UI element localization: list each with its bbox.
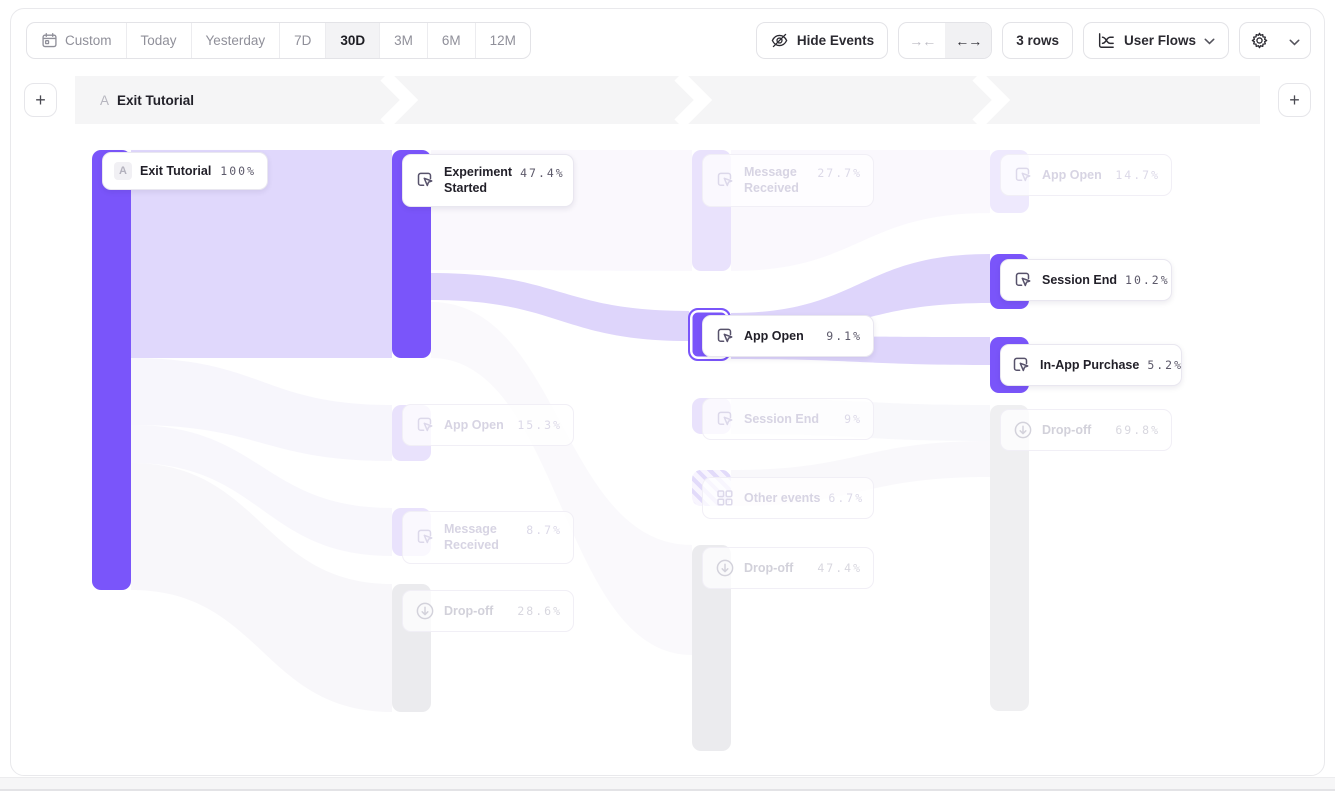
event-icon xyxy=(1010,354,1032,376)
node-percent: 28.6% xyxy=(517,604,562,618)
node-percent: 5.2% xyxy=(1147,358,1183,372)
node-percent: 9% xyxy=(844,412,862,426)
node-percent: 100% xyxy=(220,164,256,178)
node-card-exit-tutorial[interactable]: A Exit Tutorial 100% xyxy=(102,152,268,190)
node-card-app-open-c3[interactable]: App Open 9.1% xyxy=(702,315,874,357)
node-card-in-app-purchase-c4[interactable]: In-App Purchase 5.2% xyxy=(1000,344,1182,386)
node-card-experiment-started[interactable]: Experiment Started 47.4% xyxy=(402,154,574,207)
node-label: Message Received xyxy=(744,164,809,197)
node-label: App Open xyxy=(444,417,504,433)
node-label: In-App Purchase xyxy=(1040,357,1139,373)
event-icon xyxy=(1012,164,1034,186)
node-label: Session End xyxy=(1042,272,1117,288)
node-percent: 15.3% xyxy=(517,418,562,432)
node-percent: 9.1% xyxy=(826,329,862,343)
node-label: App Open xyxy=(744,328,804,344)
event-icon xyxy=(414,526,436,548)
node-card-other-events-c3[interactable]: Other events 6.7% xyxy=(702,477,874,519)
node-bar-exit-tutorial[interactable] xyxy=(92,150,131,590)
flow-links xyxy=(0,0,1335,793)
node-card-message-received-c3[interactable]: Message Received 27.7% xyxy=(702,154,874,207)
drop-off-icon xyxy=(714,557,736,579)
node-label: Experiment Started xyxy=(444,164,512,197)
node-card-drop-off-c4[interactable]: Drop-off 69.8% xyxy=(1000,409,1172,451)
node-label: Other events xyxy=(744,490,820,506)
sankey-diagram: A Exit Tutorial 100% Experiment Started … xyxy=(0,0,1335,793)
event-icon xyxy=(414,169,436,191)
node-label: Session End xyxy=(744,411,819,427)
node-card-app-open-c2[interactable]: App Open 15.3% xyxy=(402,404,574,446)
drop-off-icon xyxy=(1012,419,1034,441)
node-percent: 47.4% xyxy=(520,164,565,180)
grid-icon xyxy=(714,487,736,509)
event-icon xyxy=(414,414,436,436)
node-label: App Open xyxy=(1042,167,1102,183)
node-percent: 8.7% xyxy=(526,521,562,537)
node-percent: 47.4% xyxy=(817,561,862,575)
drop-off-icon xyxy=(414,600,436,622)
node-card-session-end-c4[interactable]: Session End 10.2% xyxy=(1000,259,1172,301)
node-card-app-open-c4[interactable]: App Open 14.7% xyxy=(1000,154,1172,196)
event-icon xyxy=(714,325,736,347)
node-label: Message Received xyxy=(444,521,518,554)
node-label: Drop-off xyxy=(744,560,793,576)
node-label: Exit Tutorial xyxy=(140,163,211,179)
node-percent: 14.7% xyxy=(1115,168,1160,182)
node-percent: 27.7% xyxy=(817,164,862,180)
node-percent: 6.7% xyxy=(828,491,864,505)
node-label: Drop-off xyxy=(444,603,493,619)
event-icon xyxy=(1012,269,1034,291)
node-label: Drop-off xyxy=(1042,422,1091,438)
node-card-session-end-c3[interactable]: Session End 9% xyxy=(702,398,874,440)
step-a-badge: A xyxy=(114,162,132,180)
event-icon xyxy=(714,169,736,191)
node-percent: 10.2% xyxy=(1125,273,1170,287)
node-card-message-received-c2[interactable]: Message Received 8.7% xyxy=(402,511,574,564)
user-flows-app: Custom Today Yesterday 7D 30D 3M 6M 12M … xyxy=(0,0,1335,793)
node-card-drop-off-c2[interactable]: Drop-off 28.6% xyxy=(402,590,574,632)
event-icon xyxy=(714,408,736,430)
node-card-drop-off-c3[interactable]: Drop-off 47.4% xyxy=(702,547,874,589)
node-percent: 69.8% xyxy=(1115,423,1160,437)
